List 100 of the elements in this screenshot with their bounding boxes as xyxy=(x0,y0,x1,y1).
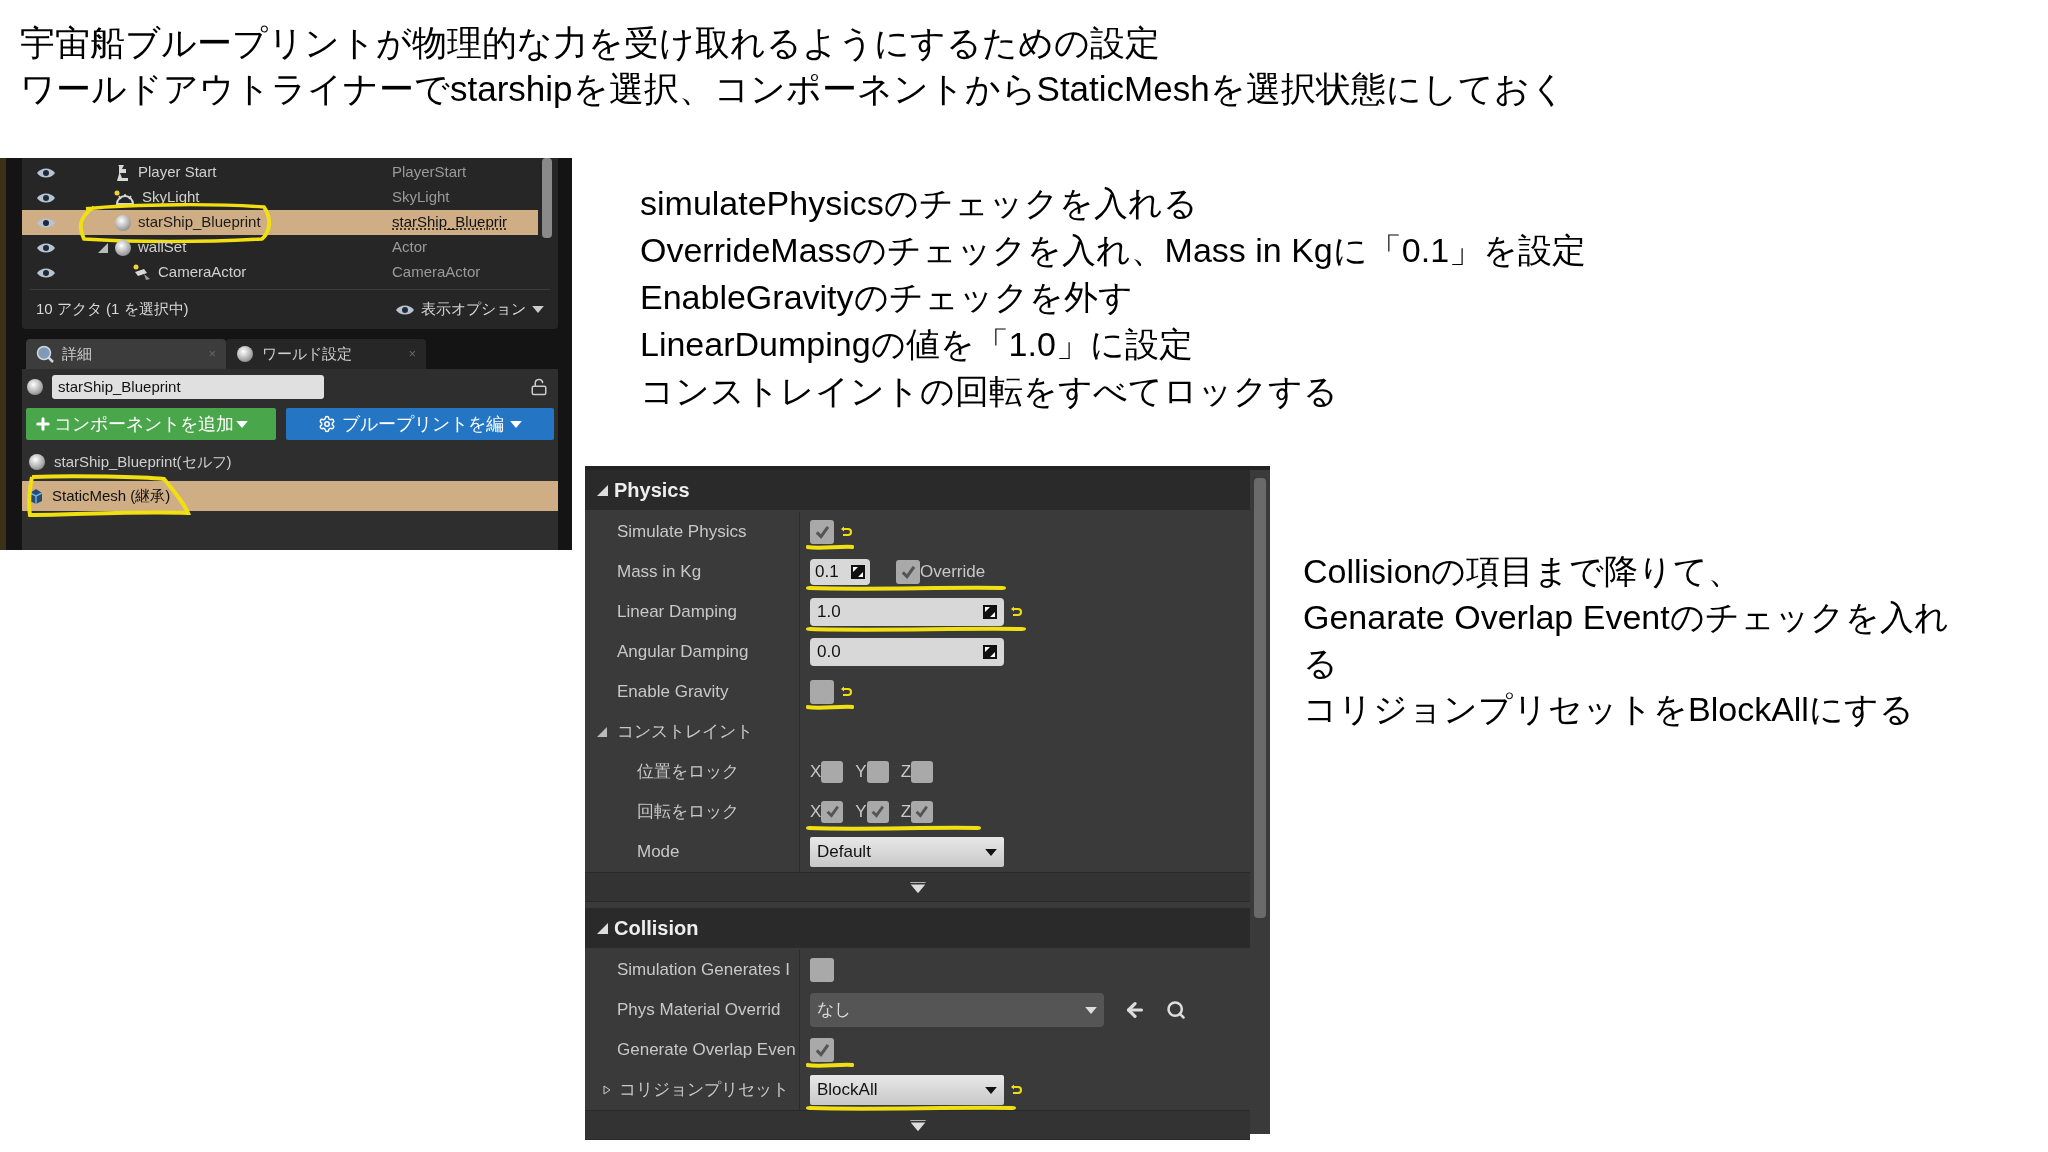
checkbox[interactable] xyxy=(821,761,844,783)
property-label: Linear Damping xyxy=(617,601,737,624)
chevron-down-icon xyxy=(909,1119,926,1131)
actor-name: wallSet xyxy=(138,237,187,258)
property-group-label: コンストレイント xyxy=(617,721,753,744)
checkbox[interactable] xyxy=(810,1038,834,1062)
outliner-row[interactable]: starShip_Blueprint starShip_Blueprir xyxy=(22,210,538,235)
property-label: Generate Overlap Even xyxy=(617,1039,796,1062)
drag-arrows-icon[interactable] xyxy=(983,645,997,659)
section-header[interactable]: Physics xyxy=(585,470,1250,510)
property-label: Angular Damping xyxy=(617,641,749,664)
property-label: Mass in Kg xyxy=(617,561,702,584)
instruction-line: LinearDumpingの値を「1.0」に設定 xyxy=(640,324,1194,365)
actor-name: SkyLight xyxy=(142,187,200,208)
dropdown[interactable]: BlockAll xyxy=(810,1075,1004,1105)
property-label: Mode xyxy=(637,841,680,864)
note-line: Genarate Overlap Eventのチェックを入れ xyxy=(1303,597,1949,638)
camera-icon xyxy=(132,263,152,282)
collapse-triangle-icon[interactable] xyxy=(597,727,607,737)
panel-tab[interactable]: ワールド設定 × xyxy=(226,339,426,369)
panel-tab[interactable]: 詳細 × xyxy=(26,339,226,369)
axis-label: Z xyxy=(900,761,912,784)
instruction-line: EnableGravityのチェックを外す xyxy=(640,277,1134,318)
axis-label: Z xyxy=(900,801,912,824)
checkbox[interactable] xyxy=(810,680,834,704)
number-field[interactable]: 0.1 xyxy=(810,559,870,585)
check-icon xyxy=(813,1041,831,1059)
checkbox[interactable] xyxy=(810,958,834,982)
actor-type: PlayerStart xyxy=(392,162,467,183)
eye-icon[interactable] xyxy=(36,216,56,229)
checkbox[interactable] xyxy=(911,761,934,783)
checkbox[interactable] xyxy=(821,801,844,823)
instruction-line: simulatePhysicsのチェックを入れる xyxy=(640,183,1199,224)
dropdown[interactable]: Default xyxy=(810,837,1004,867)
actor-type: CameraActor xyxy=(392,262,481,283)
plus-icon xyxy=(34,415,52,433)
cube-figure-icon xyxy=(28,487,44,505)
property-label: Simulation Generates I xyxy=(617,959,790,982)
caret-icon xyxy=(1085,1006,1097,1014)
axis-label: X xyxy=(810,761,822,784)
reset-arrow-icon[interactable] xyxy=(1010,606,1022,618)
outliner-row[interactable]: SkyLight SkyLight xyxy=(22,185,538,210)
arrow-left-icon[interactable] xyxy=(1124,999,1146,1021)
number-field[interactable]: 1.0 xyxy=(810,598,1004,626)
property-label: Simulate Physics xyxy=(617,521,747,544)
check-icon xyxy=(824,804,841,820)
heading-line: 宇宙船ブループリントが物理的な力を受け取れるようにするための設定 xyxy=(20,22,1161,64)
blueprint-button[interactable]: ブループリントを編 xyxy=(286,408,554,440)
note-line: コリジョンプリセットをBlockAllにする xyxy=(1303,689,1915,730)
outliner-row[interactable]: CameraActor CameraActor xyxy=(22,260,538,285)
axis-label: Y xyxy=(855,761,867,784)
component-item[interactable]: StaticMesh (継承) xyxy=(22,481,558,511)
reset-arrow-icon[interactable] xyxy=(1010,1084,1022,1096)
eye-icon[interactable] xyxy=(36,266,56,279)
eye-icon[interactable] xyxy=(36,166,56,179)
actor-type: starShip_Blueprir xyxy=(392,212,508,233)
instruction-line: コンストレイントの回転をすべてロックする xyxy=(640,371,1339,412)
drag-arrows-icon[interactable] xyxy=(983,605,997,619)
check-icon xyxy=(899,563,917,581)
caret-icon xyxy=(510,420,522,428)
name-field[interactable]: starShip_Blueprint xyxy=(52,375,324,399)
override-label: Override xyxy=(920,561,986,584)
eye-icon[interactable] xyxy=(36,191,56,204)
section-header[interactable]: Collision xyxy=(585,908,1250,948)
reset-arrow-icon[interactable] xyxy=(840,686,852,698)
checkbox[interactable] xyxy=(896,560,920,584)
asset-dropdown[interactable]: なし xyxy=(810,993,1104,1027)
outliner-row[interactable]: wallSet Actor xyxy=(22,235,538,260)
caret-icon xyxy=(236,420,248,428)
sphere-icon xyxy=(26,378,44,396)
expand-arrow-icon[interactable] xyxy=(603,1085,611,1095)
check-icon xyxy=(870,804,886,820)
property-label: Phys Material Overrid xyxy=(617,999,781,1022)
property-label: コリジョンプリセット xyxy=(619,1079,789,1102)
number-field[interactable]: 0.0 xyxy=(810,638,1004,666)
drag-arrows-icon[interactable] xyxy=(851,565,865,579)
checkbox[interactable] xyxy=(911,801,934,823)
sphere-icon xyxy=(114,238,132,257)
outliner-row[interactable]: Player Start PlayerStart xyxy=(22,160,538,185)
axis-label: Y xyxy=(855,801,867,824)
unlocked-padlock-icon[interactable] xyxy=(530,378,548,396)
reset-arrow-icon[interactable] xyxy=(840,526,852,538)
view-options-button[interactable]: 表示オプション xyxy=(395,298,544,321)
axis-label: X xyxy=(810,801,822,824)
eye-icon[interactable] xyxy=(36,241,56,254)
checkbox[interactable] xyxy=(810,520,834,544)
scrollbar[interactable] xyxy=(542,158,552,238)
component-item[interactable]: starShip_Blueprint(セルフ) xyxy=(22,447,558,477)
eye-icon[interactable] xyxy=(395,303,415,316)
actor-type: SkyLight xyxy=(392,187,450,208)
actor-type: Actor xyxy=(392,237,427,258)
property-label: 回転をロック xyxy=(637,801,739,824)
scrollbar[interactable] xyxy=(1254,478,1266,918)
expand-arrow-icon[interactable] xyxy=(98,242,108,253)
check-icon xyxy=(813,523,831,541)
search-icon[interactable] xyxy=(1166,1000,1186,1020)
checkbox[interactable] xyxy=(866,801,889,823)
actor-count: 10 アクタ (1 を選択中) xyxy=(36,299,189,320)
note-line: る xyxy=(1303,643,1339,684)
checkbox[interactable] xyxy=(866,761,889,783)
